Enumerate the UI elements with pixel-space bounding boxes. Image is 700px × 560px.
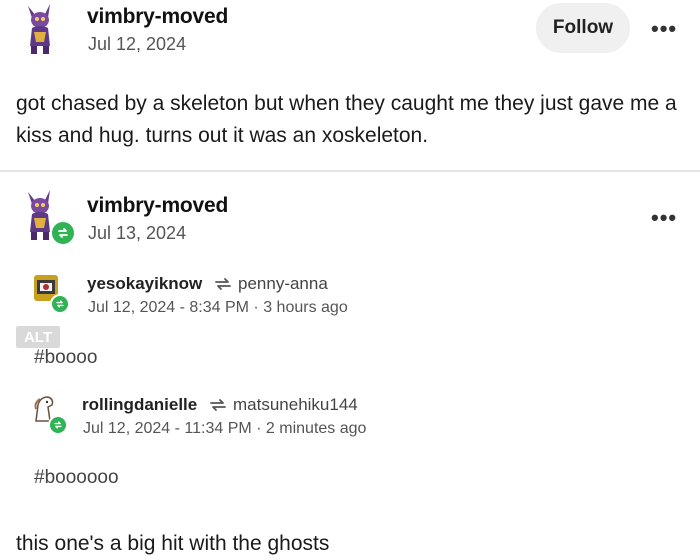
- reblog-arrows-icon: [213, 275, 233, 298]
- tag-2[interactable]: #boooooo: [34, 467, 119, 489]
- reblog-post-date[interactable]: Jul 13, 2024: [88, 223, 186, 244]
- post-text: got chased by a skeleton but when they c…: [16, 92, 677, 147]
- avatar-dragon-icon: [28, 4, 50, 54]
- reblog-meta-1: Jul 12, 2024 - 8:34 PM · 3 hours ago: [88, 299, 348, 316]
- follow-button[interactable]: Follow: [536, 3, 630, 53]
- reblog-user-2[interactable]: rollingdanielle: [82, 395, 197, 415]
- post-date[interactable]: Jul 12, 2024: [88, 34, 186, 55]
- reblog-user-1[interactable]: yesokayiknow: [87, 274, 202, 294]
- reblog-meta-2: Jul 12, 2024 - 11:34 PM · 2 minutes ago: [83, 420, 367, 437]
- post-username[interactable]: vimbry-moved: [87, 5, 228, 29]
- reblog-badge-icon: [48, 415, 68, 435]
- reblog-post-username[interactable]: vimbry-moved: [87, 194, 228, 218]
- alt-badge[interactable]: ALT: [16, 326, 60, 348]
- more-options-icon[interactable]: •••: [651, 18, 677, 40]
- reblog-source-1[interactable]: penny-anna: [238, 274, 328, 294]
- tag-1[interactable]: #boooo: [34, 347, 97, 369]
- reblog-source-2[interactable]: matsunehiku144: [233, 395, 358, 415]
- reblog-arrows-icon: [208, 396, 228, 419]
- reblog-more-options-icon[interactable]: •••: [651, 207, 677, 229]
- post-divider: [0, 170, 700, 172]
- avatar[interactable]: [22, 2, 58, 54]
- reblog-badge-icon: [50, 220, 76, 246]
- reblog-badge-icon: [50, 294, 70, 314]
- reblog-comment: this one's a big hit with the ghosts: [16, 532, 330, 555]
